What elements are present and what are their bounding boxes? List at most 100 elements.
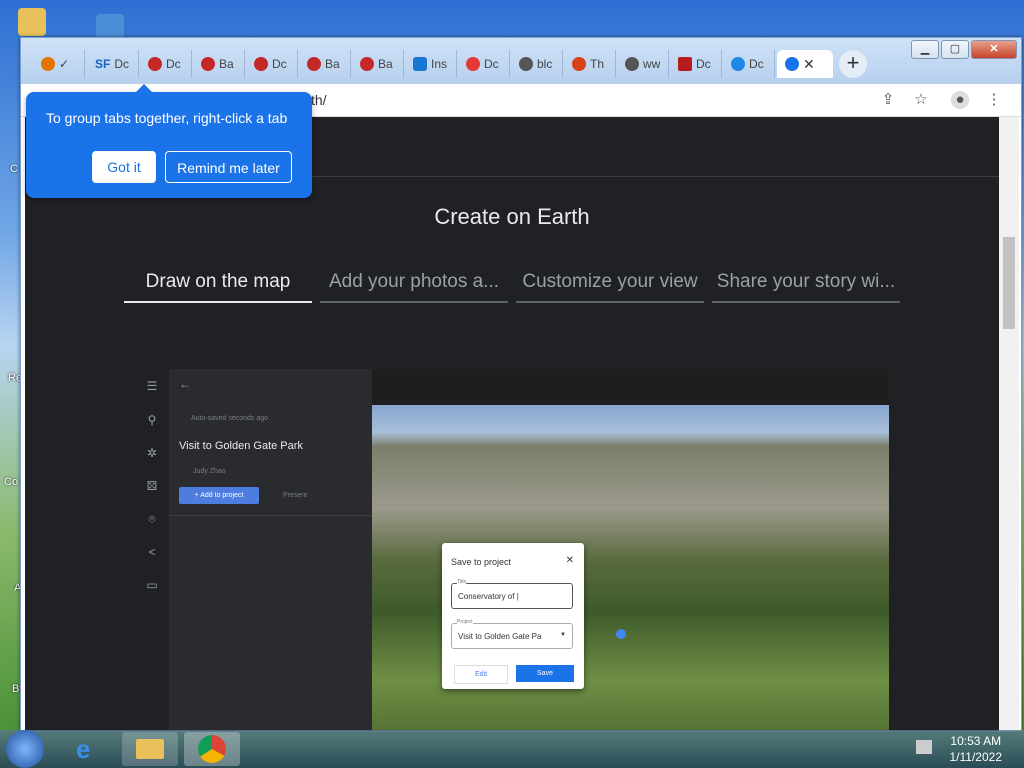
browser-tab[interactable]: Dc — [140, 50, 192, 78]
tab-add-photos[interactable]: Add your photos a... — [320, 267, 508, 303]
tab-label: Dc — [114, 57, 130, 71]
tab-label: blc — [537, 57, 553, 71]
panel-divider — [169, 515, 372, 516]
tab-strip: ✓ SF Dc Dc Ba Dc Ba Ba Ins Dc blc Th ww … — [21, 38, 1021, 84]
scrollbar-thumb[interactable] — [1003, 237, 1015, 329]
desktop-label: C — [10, 163, 18, 175]
project-title: Visit to Golden Gate Park — [179, 440, 303, 452]
tab-favicon-icon — [254, 57, 268, 71]
title-field-value: Conservatory of | — [458, 592, 519, 601]
tab-favicon-icon — [466, 57, 480, 71]
network-icon[interactable] — [916, 740, 932, 754]
share-icon[interactable]: ⇪ — [879, 91, 897, 109]
browser-tab-active[interactable]: ✕ — [777, 50, 833, 78]
minimize-button[interactable]: ▁ — [911, 40, 939, 59]
browser-tab[interactable]: Dc — [723, 50, 775, 78]
browser-tab[interactable]: ww — [617, 50, 669, 78]
dropdown-arrow-icon: ▼ — [560, 632, 566, 638]
dialog-title: Save to project — [451, 557, 512, 567]
edit-button: Edit — [454, 665, 508, 684]
windows-taskbar: e 10:53 AM 1/11/2022 — [0, 730, 1024, 768]
browser-tab[interactable]: Ba — [193, 50, 245, 78]
tab-favicon-icon — [201, 57, 215, 71]
menu-icon[interactable]: ⋮ — [985, 91, 1003, 109]
project-field: Project Visit to Golden Gate Pa ▼ — [451, 619, 573, 649]
menu-icon: ☰ — [146, 379, 158, 393]
tab-draw-on-map[interactable]: Draw on the map — [124, 267, 312, 303]
add-to-project-button: + Add to project — [179, 487, 259, 504]
file-explorer-icon[interactable] — [122, 732, 178, 766]
desktop-label: B — [12, 683, 20, 695]
tab-favicon-icon — [360, 57, 374, 71]
start-button[interactable] — [6, 730, 44, 768]
globe-icon — [625, 57, 639, 71]
save-to-project-dialog: Save to project ✕ Title Conservatory of … — [442, 543, 584, 689]
browser-tab[interactable]: Dc — [246, 50, 298, 78]
tab-favicon-icon — [731, 57, 745, 71]
browser-tab[interactable]: SF Dc — [87, 50, 139, 78]
autosave-text: Auto-saved seconds ago — [191, 415, 269, 422]
bookmark-star-icon[interactable]: ☆ — [912, 91, 930, 109]
aerial-map-view: Save to project ✕ Title Conservatory of … — [372, 405, 889, 731]
filezilla-icon — [678, 57, 692, 71]
dice-icon: ⚄ — [146, 479, 158, 493]
profile-icon[interactable]: ● — [951, 91, 969, 109]
remind-me-later-button[interactable]: Remind me later — [165, 151, 292, 183]
voyager-icon: ✲ — [146, 446, 158, 460]
got-it-button[interactable]: Got it — [92, 151, 156, 183]
browser-tab[interactable]: ✓ — [33, 50, 85, 78]
system-clock[interactable]: 10:53 AM 1/11/2022 — [950, 733, 1003, 765]
browser-tab[interactable]: blc — [511, 50, 563, 78]
back-arrow-icon: ← — [179, 377, 191, 391]
tab-favicon-icon — [41, 57, 55, 71]
tab-favicon-icon — [572, 57, 586, 71]
close-window-button[interactable]: ✕ — [971, 40, 1017, 59]
projects-icon: ⌾ — [148, 512, 156, 526]
url-text[interactable]: th/ — [311, 92, 327, 108]
page-title: Create on Earth — [434, 204, 590, 229]
tab-label: Ba — [378, 57, 393, 71]
browser-tab[interactable]: Ba — [299, 50, 351, 78]
tab-favicon-icon — [413, 57, 427, 71]
folder-icon[interactable] — [18, 8, 46, 36]
browser-tab[interactable]: Dc — [458, 50, 510, 78]
globe-icon — [519, 57, 533, 71]
demo-video[interactable]: ☰ ⚲ ✲ ⚄ ⌾ < ▭ ← Auto-saved seconds ago V… — [137, 369, 889, 731]
project-field-value: Visit to Golden Gate Pa — [458, 632, 542, 641]
tab-label: Ba — [325, 57, 340, 71]
browser-tab[interactable]: Ba — [352, 50, 404, 78]
tab-label: Dc — [749, 57, 764, 71]
feature-tabs: Draw on the map Add your photos a... Cus… — [124, 267, 900, 303]
tab-share-story[interactable]: Share your story wi... — [712, 267, 900, 303]
chrome-taskbar-icon[interactable] — [184, 732, 240, 766]
browser-tab[interactable]: Ins — [405, 50, 457, 78]
close-icon[interactable]: ✕ — [803, 56, 815, 73]
present-button: Present — [283, 492, 308, 499]
tab-label: Dc — [272, 57, 287, 71]
demo-sidebar: ☰ ⚲ ✲ ⚄ ⌾ < ▭ — [137, 369, 169, 731]
measure-icon: ▭ — [146, 578, 158, 592]
search-icon: ⚲ — [147, 413, 157, 427]
tab-label: Ins — [431, 57, 448, 71]
map-pin-icon — [616, 629, 626, 639]
internet-explorer-icon[interactable]: e — [62, 732, 118, 766]
tab-label: Ba — [219, 57, 234, 71]
save-button: Save — [516, 665, 574, 682]
tab-label: Dc — [696, 57, 711, 71]
maximize-button[interactable]: ▢ — [941, 40, 969, 59]
tab-favicon-icon — [307, 57, 321, 71]
browser-tab[interactable]: Dc — [670, 50, 722, 78]
tab-customize-view[interactable]: Customize your view — [516, 267, 704, 303]
tab-label: ww — [643, 57, 661, 71]
tab-label: Th — [590, 57, 605, 71]
new-tab-button[interactable]: + — [839, 50, 867, 78]
sf-icon: SF — [95, 57, 111, 71]
browser-tab[interactable]: Th — [564, 50, 616, 78]
clock-time: 10:53 AM — [950, 734, 1002, 748]
tab-group-tooltip: To group tabs together, right-click a ta… — [26, 84, 312, 198]
desktop-label: Co — [4, 476, 19, 488]
demo-project-panel: ← Auto-saved seconds ago Visit to Golden… — [169, 369, 372, 731]
share-icon: < — [148, 545, 156, 559]
tab-label: Dc — [166, 57, 181, 71]
page-scrollbar[interactable] — [999, 117, 1019, 731]
